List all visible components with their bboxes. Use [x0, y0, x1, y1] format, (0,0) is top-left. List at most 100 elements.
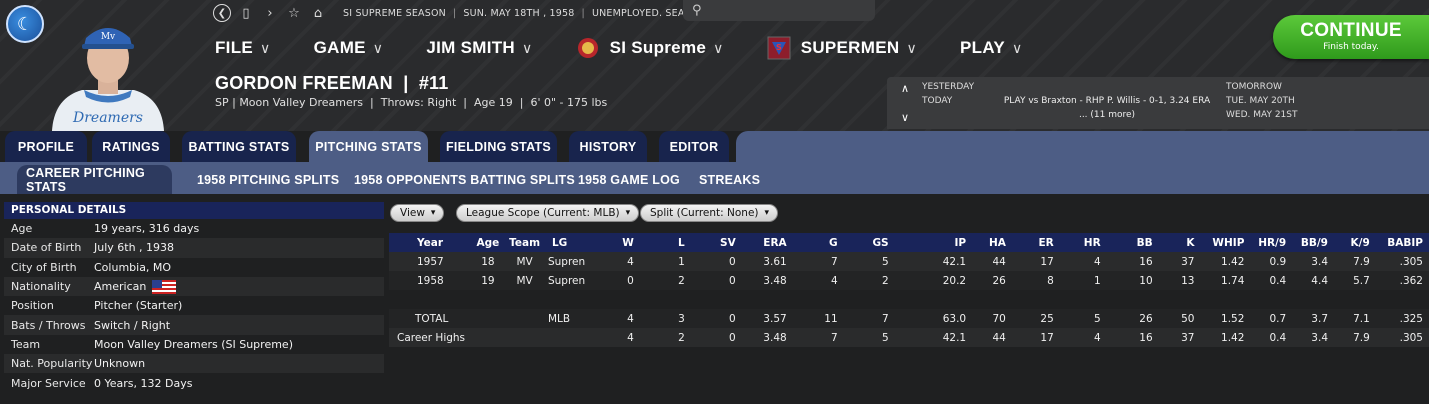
more-games-link[interactable]: ... (11 more): [992, 110, 1222, 120]
back-icon[interactable]: ❮: [213, 4, 231, 22]
table-cell: 7.9: [1353, 255, 1370, 268]
detail-value: July 6th , 1938: [94, 241, 175, 255]
today-game[interactable]: PLAY vs Braxton - RHP P. Willis - 0-1, 3…: [992, 96, 1222, 106]
menu-league[interactable]: SI Supreme ∨: [576, 36, 724, 60]
menu-file[interactable]: FILE ∨: [215, 38, 271, 58]
detail-row: Bats / Throws Switch / Right: [4, 315, 384, 335]
table-cell: 4: [1093, 255, 1101, 268]
table-cell: [972, 290, 1012, 309]
tab-ratings[interactable]: RATINGS: [92, 131, 170, 162]
schedule-down-icon[interactable]: ∨: [901, 111, 909, 124]
chevron-down-icon: ▾: [430, 208, 436, 218]
subtab-career-pitching[interactable]: CAREER PITCHING STATS: [17, 165, 172, 194]
column-header-year[interactable]: Year: [389, 233, 471, 252]
column-header-er[interactable]: ER: [1012, 233, 1060, 252]
tab-editor[interactable]: EDITOR: [659, 131, 729, 162]
subtab-streaks[interactable]: STREAKS: [699, 165, 760, 194]
subtab-pitching-splits[interactable]: 1958 PITCHING SPLITS: [197, 165, 339, 194]
season-label[interactable]: SI SUPREME SEASON: [343, 8, 446, 19]
team-logo-icon: S: [767, 36, 791, 60]
tab-batting-stats[interactable]: BATTING STATS: [182, 131, 296, 162]
table-cell: [1376, 290, 1429, 309]
table-cell: 17: [1040, 255, 1054, 268]
tab-history[interactable]: HISTORY: [569, 131, 647, 162]
tab-pitching-stats[interactable]: PITCHING STATS: [309, 131, 428, 162]
player-name: GORDON FREEMAN | #11: [215, 73, 449, 93]
table-cell: 4: [1093, 331, 1101, 344]
table-cell: 4: [830, 274, 838, 287]
column-header-g[interactable]: G: [793, 233, 844, 252]
split-dropdown[interactable]: Split (Current: None) ▾: [640, 204, 779, 222]
table-cell: 4.4: [1311, 274, 1328, 287]
column-header-ha[interactable]: HA: [972, 233, 1012, 252]
window-icon[interactable]: ▯: [237, 4, 255, 22]
column-header-ip[interactable]: IP: [895, 233, 972, 252]
menu-manager-label: JIM SMITH: [426, 38, 516, 57]
forward-icon[interactable]: ›: [261, 4, 279, 22]
column-header-era[interactable]: ERA: [742, 233, 793, 252]
subtab-opponents-splits[interactable]: 1958 OPPONENTS BATTING SPLITS: [354, 165, 575, 194]
search-input[interactable]: ⚲: [683, 0, 875, 21]
table-cell: [895, 290, 972, 309]
detail-value: 0 Years, 132 Days: [94, 376, 193, 390]
chevron-down-icon: ∨: [906, 39, 917, 56]
column-header-k[interactable]: K: [1159, 233, 1201, 252]
continue-button[interactable]: CONTINUE Finish today.: [1273, 15, 1429, 59]
table-cell: Career Highs: [397, 331, 466, 344]
table-cell: 7.1: [1353, 312, 1370, 325]
detail-value: Pitcher (Starter): [94, 299, 183, 313]
column-header-w[interactable]: W: [589, 233, 640, 252]
table-cell: MV: [516, 274, 533, 287]
schedule-up-icon[interactable]: ∧: [901, 82, 909, 95]
table-cell: 26: [992, 274, 1006, 287]
tue-date: TUE. MAY 20TH: [1226, 96, 1295, 106]
table-cell: 11: [824, 312, 838, 325]
column-header-bb-9[interactable]: BB/9: [1292, 233, 1334, 252]
detail-row: Position Pitcher (Starter): [4, 296, 384, 315]
table-cell: [1292, 290, 1334, 309]
league-scope-dropdown[interactable]: League Scope (Current: MLB) ▾: [456, 204, 640, 222]
table-cell: 44: [992, 331, 1006, 344]
star-icon[interactable]: ☆: [285, 4, 303, 22]
tab-fielding-stats[interactable]: FIELDING STATS: [440, 131, 557, 162]
table-cell: 37: [1181, 255, 1195, 268]
table-cell: 50: [1181, 312, 1195, 325]
column-header-l[interactable]: L: [640, 233, 691, 252]
table-cell: 1957: [417, 255, 444, 268]
chevron-down-icon: ▾: [625, 208, 631, 218]
table-cell: 26: [1139, 312, 1153, 325]
split-label: Split (Current: None): [650, 207, 759, 219]
menu-team[interactable]: S SUPERMEN ∨: [767, 36, 917, 60]
column-header-k-9[interactable]: K/9: [1334, 233, 1376, 252]
table-cell: .325: [1399, 312, 1423, 325]
column-header-gs[interactable]: GS: [844, 233, 895, 252]
personal-details-header: PERSONAL DETAILS: [4, 202, 384, 219]
detail-row: City of Birth Columbia, MO: [4, 258, 384, 277]
column-header-hr-9[interactable]: HR/9: [1250, 233, 1292, 252]
view-dropdown[interactable]: View ▾: [390, 204, 445, 222]
detail-value: 19 years, 316 days: [94, 222, 200, 236]
column-header-whip[interactable]: WHIP: [1200, 233, 1250, 252]
home-icon[interactable]: ⌂: [309, 4, 327, 22]
detail-value-team-link[interactable]: Moon Valley Dreamers (SI Supreme): [94, 338, 293, 351]
column-header-age[interactable]: Age: [471, 233, 506, 252]
table-cell: [505, 290, 544, 309]
column-header-bb[interactable]: BB: [1107, 233, 1159, 252]
menu-game[interactable]: GAME ∨: [314, 38, 384, 58]
menu-manager[interactable]: JIM SMITH ∨: [426, 38, 532, 58]
column-header-babip[interactable]: BABIP: [1376, 233, 1429, 252]
column-header-hr[interactable]: HR: [1060, 233, 1107, 252]
column-header-sv[interactable]: SV: [691, 233, 742, 252]
table-cell: Supren: [547, 274, 586, 287]
subtab-game-log[interactable]: 1958 GAME LOG: [578, 165, 680, 194]
table-row: TOTAL MLB 4 3 0 3.57 11 7 63.0 70 25 5 26 50 1.52 0.7 3.…: [389, 309, 1429, 328]
column-header-team[interactable]: Team: [505, 233, 544, 252]
game-logo-icon[interactable]: ☾: [6, 5, 44, 43]
tab-profile[interactable]: PROFILE: [5, 131, 87, 162]
table-cell: .305: [1399, 255, 1423, 268]
table-cell: 0: [627, 274, 634, 287]
table-cell: 17: [1040, 331, 1054, 344]
column-header-lg[interactable]: LG: [544, 233, 589, 252]
league-logo-icon: [577, 38, 598, 58]
menu-play[interactable]: PLAY ∨: [960, 38, 1023, 58]
